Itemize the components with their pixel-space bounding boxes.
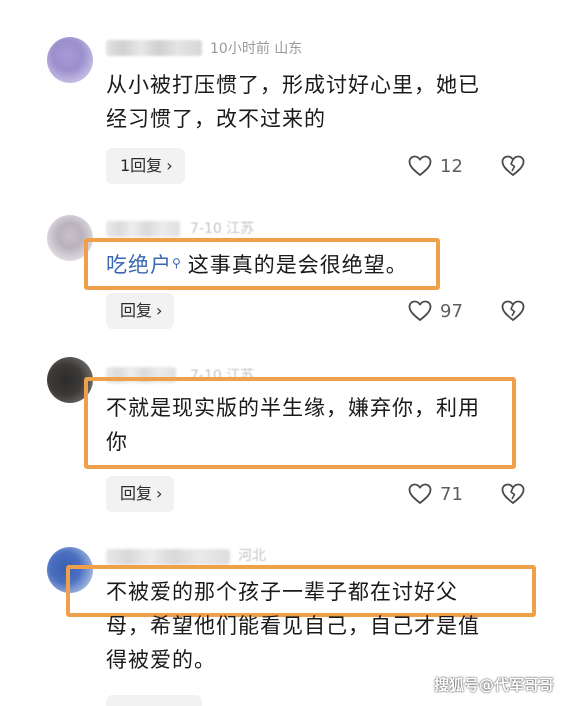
mention-link[interactable]: 吃绝户 (106, 253, 172, 277)
comment-text-line: 这事真的是会很绝望。 (187, 253, 408, 277)
comment-text-line: 不就是现实版的半生缘，嫌弃你，利用 (106, 396, 480, 420)
heart-icon (408, 483, 432, 504)
comment-text-line: 得被爱的。 (106, 648, 216, 672)
comment-text-line: 从小被打压惯了，形成讨好心里，她已 (106, 73, 480, 97)
username-blurred[interactable] (106, 40, 202, 56)
comment-item: 7-10 江苏 吃绝户⚲ 这事真的是会很绝望。 回复 › 97 (0, 195, 576, 345)
comment-text: 吃绝户⚲ 这事真的是会很绝望。 (106, 248, 408, 282)
like-count: 97 (440, 300, 463, 322)
comment-text: 不被爱的那个孩子一辈子都在讨好父 母，希望他们能看见自己，自己才是值 得被爱的。 (106, 575, 480, 677)
comment-text-line: 母，希望他们能看见自己，自己才是值 (106, 614, 480, 638)
broken-heart-icon[interactable] (501, 154, 525, 178)
comment-text-line: 不被爱的那个孩子一辈子都在讨好父 (106, 580, 458, 604)
chevron-right-icon: › (166, 156, 173, 175)
comment-item: 10小时前 山东 从小被打压惯了，形成讨好心里，她已 经习惯了，改不过来的 1回… (0, 0, 576, 195)
reply-label: 1回复 (120, 156, 163, 175)
comment-text-line: 经习惯了，改不过来的 (106, 107, 326, 131)
chevron-right-icon: › (156, 484, 163, 503)
search-icon: ⚲ (172, 256, 182, 270)
reply-button[interactable]: 回复 › (106, 476, 175, 512)
like-count: 12 (440, 155, 463, 177)
comment-meta: 7-10 江苏 (190, 221, 255, 237)
like-count: 71 (440, 483, 463, 505)
heart-icon (408, 300, 432, 321)
like-button[interactable]: 12 (408, 151, 463, 181)
username-blurred[interactable] (106, 549, 230, 565)
comment-text-line: 你 (106, 430, 128, 454)
broken-heart-icon[interactable] (501, 482, 525, 506)
reply-button[interactable]: 回复 › (106, 293, 175, 329)
comment-meta: 10小时前 山东 (210, 41, 303, 57)
broken-heart-icon[interactable] (501, 299, 525, 323)
username-blurred[interactable] (106, 221, 180, 237)
comment-item: 7-10 江苏 不就是现实版的半生缘，嫌弃你，利用 你 回复 › 71 (0, 345, 576, 535)
avatar[interactable] (47, 37, 93, 83)
reply-label: 回复 (120, 484, 153, 503)
comment-text: 不就是现实版的半生缘，嫌弃你，利用 你 (106, 391, 480, 459)
reply-button[interactable]: 1回复 › (106, 148, 185, 184)
comment-text: 从小被打压惯了，形成讨好心里，她已 经习惯了，改不过来的 (106, 68, 480, 136)
watermark: 搜狐号@代军哥哥 (434, 676, 555, 694)
reply-label: 回复 (120, 301, 153, 320)
reply-button-partial[interactable] (106, 695, 202, 706)
heart-icon (408, 155, 432, 176)
chevron-right-icon: › (156, 301, 163, 320)
comment-meta: 河北 (238, 548, 266, 564)
like-button[interactable]: 97 (408, 296, 463, 326)
like-button[interactable]: 71 (408, 479, 463, 509)
